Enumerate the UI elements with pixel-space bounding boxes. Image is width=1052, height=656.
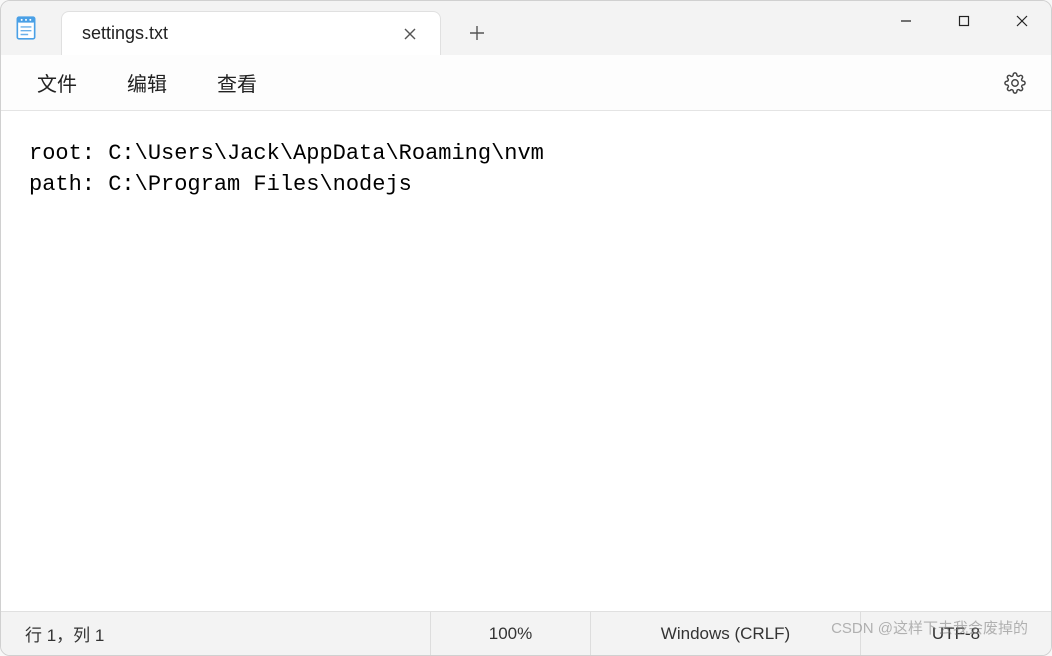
new-tab-button[interactable] bbox=[455, 11, 499, 55]
notepad-window: settings.txt bbox=[0, 0, 1052, 656]
window-close-button[interactable] bbox=[993, 1, 1051, 41]
menu-bar: 文件 编辑 查看 bbox=[1, 55, 1051, 111]
maximize-icon bbox=[958, 15, 970, 27]
status-position[interactable]: 行 1，列 1 bbox=[1, 612, 431, 655]
settings-button[interactable] bbox=[997, 65, 1033, 101]
status-encoding-text: UTF-8 bbox=[932, 624, 980, 644]
editor-area: root: C:\Users\Jack\AppData\Roaming\nvm … bbox=[1, 111, 1051, 611]
title-bar: settings.txt bbox=[1, 1, 1051, 55]
menu-view[interactable]: 查看 bbox=[205, 60, 269, 105]
maximize-button[interactable] bbox=[935, 1, 993, 41]
status-position-text: 行 1，列 1 bbox=[25, 621, 104, 646]
minimize-icon bbox=[900, 15, 912, 27]
status-eol-text: Windows (CRLF) bbox=[661, 624, 790, 644]
status-zoom[interactable]: 100% bbox=[431, 612, 591, 655]
plus-icon bbox=[470, 26, 484, 40]
close-icon bbox=[1016, 15, 1028, 27]
menu-edit[interactable]: 编辑 bbox=[115, 60, 179, 105]
status-zoom-text: 100% bbox=[489, 624, 532, 644]
menu-file[interactable]: 文件 bbox=[25, 60, 89, 105]
gear-icon bbox=[1004, 72, 1026, 94]
tab-title: settings.txt bbox=[82, 23, 394, 44]
window-controls bbox=[877, 1, 1051, 41]
minimize-button[interactable] bbox=[877, 1, 935, 41]
close-icon bbox=[404, 28, 416, 40]
notepad-icon bbox=[13, 15, 39, 41]
tab-active[interactable]: settings.txt bbox=[61, 11, 441, 55]
status-bar: 行 1，列 1 100% Windows (CRLF) UTF-8 bbox=[1, 611, 1051, 655]
status-eol[interactable]: Windows (CRLF) bbox=[591, 612, 861, 655]
text-editor[interactable]: root: C:\Users\Jack\AppData\Roaming\nvm … bbox=[29, 139, 1023, 583]
status-encoding[interactable]: UTF-8 bbox=[861, 612, 1051, 655]
tab-close-button[interactable] bbox=[394, 18, 426, 50]
